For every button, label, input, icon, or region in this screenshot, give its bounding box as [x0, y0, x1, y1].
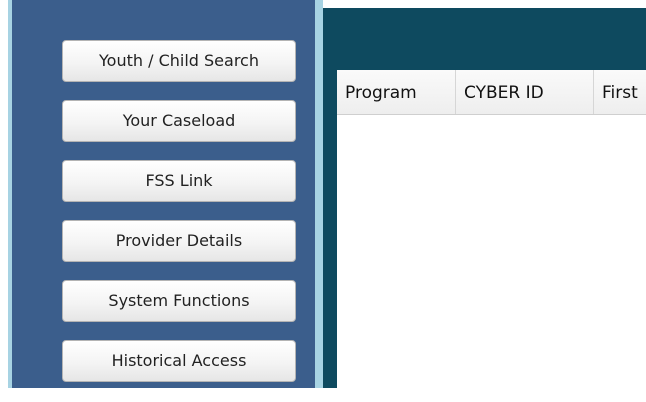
sidebar: Youth / Child Search Your Caseload FSS L…	[12, 0, 316, 388]
historical-access-button[interactable]: Historical Access	[62, 340, 296, 382]
main-bottom-margin	[323, 388, 646, 402]
app-window: Youth / Child Search Your Caseload FSS L…	[0, 0, 646, 402]
provider-details-button[interactable]: Provider Details	[62, 220, 296, 262]
system-functions-button[interactable]: System Functions	[62, 280, 296, 322]
sidebar-right-edge	[315, 0, 323, 388]
results-grid: Program CYBER ID First	[337, 70, 646, 388]
main-top-margin	[323, 0, 646, 8]
youth-child-search-button[interactable]: Youth / Child Search	[62, 40, 296, 82]
column-header-program[interactable]: Program	[337, 70, 456, 114]
your-caseload-button[interactable]: Your Caseload	[62, 100, 296, 142]
grid-header-row: Program CYBER ID First	[337, 70, 646, 115]
left-margin	[0, 0, 8, 388]
column-header-first[interactable]: First	[594, 70, 646, 114]
fss-link-button[interactable]: FSS Link	[62, 160, 296, 202]
column-header-cyber-id[interactable]: CYBER ID	[456, 70, 594, 114]
main-content: Program CYBER ID First	[323, 0, 646, 402]
